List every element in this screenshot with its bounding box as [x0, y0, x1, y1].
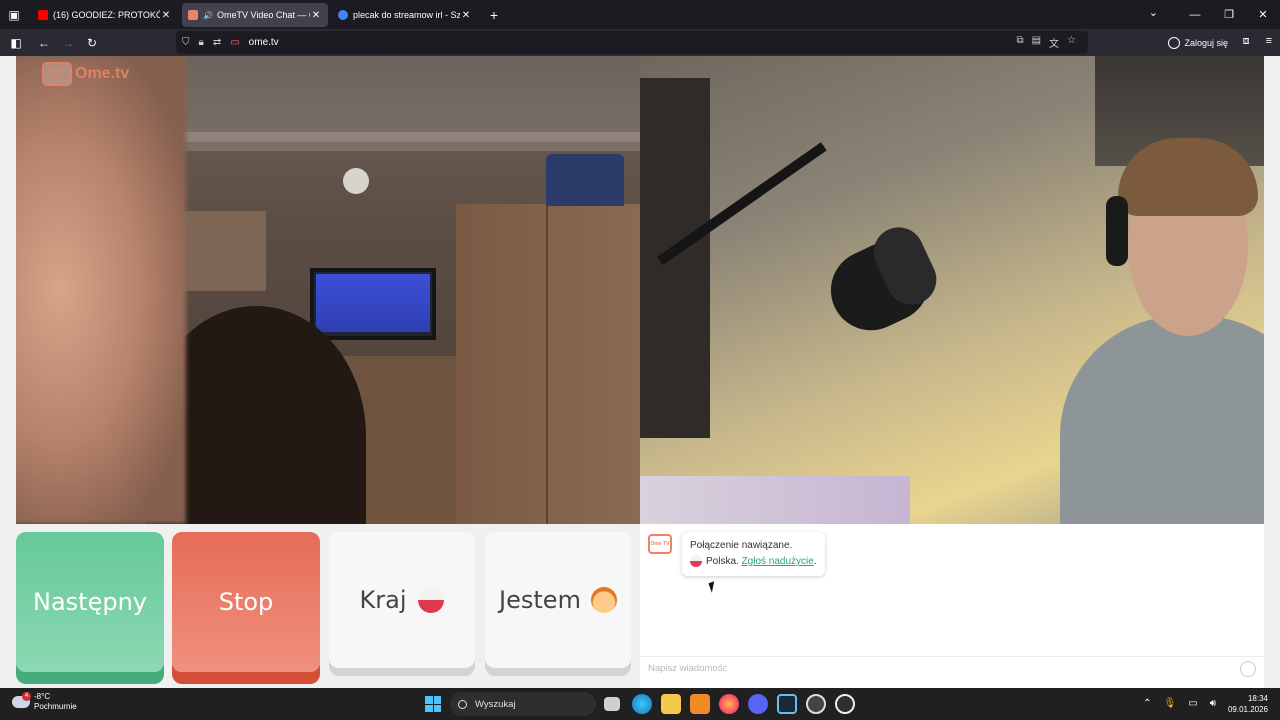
reload-icon[interactable]: ↻ [80, 31, 104, 55]
gender-label: Jestem [499, 586, 581, 614]
edge-icon[interactable] [632, 694, 652, 714]
account-icon [1168, 36, 1181, 49]
tab-title: plecak do streamow irl - Szukaj w Google [353, 10, 460, 20]
app-badge-icon[interactable] [806, 694, 826, 714]
tab-strip: ▣ (16) GOODIEZ: PROTOKÓŁ ALISA ✕ 🔊 OmeTV… [0, 0, 1280, 29]
gender-button[interactable]: Jestem [485, 532, 631, 668]
picture-in-picture-icon[interactable]: ⧉ [1016, 35, 1023, 50]
notification-badge: 4 [22, 692, 31, 701]
next-button[interactable]: Następny [16, 532, 164, 672]
weather-widget[interactable]: 4 -8°C Pochmurnie [12, 692, 77, 712]
sidebar-icon[interactable]: ◧ [4, 31, 28, 55]
app-orange-icon[interactable] [690, 694, 710, 714]
close-icon[interactable]: ✕ [460, 10, 472, 21]
ometv-page: Ome TV Ome.tv Następny Stop Kraj Jestem … [0, 56, 1280, 688]
obs-icon[interactable] [835, 694, 855, 714]
windows-start-icon[interactable] [425, 696, 441, 712]
cloud-icon: 4 [12, 692, 31, 708]
tab-list-icon[interactable]: ▣ [0, 0, 28, 29]
weather-condition: Pochmurnie [34, 702, 77, 711]
message-input[interactable] [648, 663, 1208, 674]
country-label: Kraj [359, 586, 407, 614]
tab-google[interactable]: plecak do streamow irl - Szukaj w Google… [332, 3, 478, 27]
windows-taskbar: 4 -8°C Pochmurnie Wyszukaj ⌃ 🎙︎ ▭ 🔊︎ 18:… [0, 688, 1280, 720]
forward-icon[interactable]: → [56, 31, 80, 55]
toolbar-right: ⧈ ≡ [1243, 35, 1272, 48]
boy-emoji-icon [590, 587, 617, 613]
url-actions: ⧉ ▤ 文 ☆ [1016, 35, 1076, 50]
tab-youtube[interactable]: (16) GOODIEZ: PROTOKÓŁ ALISA ✕ [32, 3, 178, 27]
speaker-icon[interactable]: 🔊 [203, 11, 213, 20]
menu-icon[interactable]: ≡ [1266, 35, 1272, 48]
stranger-video: Ome TV Ome.tv [16, 56, 640, 524]
task-view-icon[interactable] [604, 697, 620, 711]
permissions-icon[interactable]: ⇄ [213, 37, 221, 48]
chevron-down-icon[interactable]: ⌄ [1149, 6, 1158, 19]
minimize-icon[interactable]: — [1178, 9, 1212, 21]
search-label: Wyszukaj [475, 698, 516, 710]
page-side-gutter [1264, 56, 1280, 688]
close-icon[interactable]: ✕ [160, 10, 172, 21]
login-label: Zaloguj się [1184, 37, 1228, 48]
reader-icon[interactable]: ▤ [1032, 35, 1041, 50]
restore-icon[interactable]: ❐ [1212, 8, 1246, 21]
tab-ometv[interactable]: 🔊 OmeTV Video Chat — Ome.tv ✕ [182, 3, 328, 27]
discord-icon[interactable] [748, 694, 768, 714]
window-controls: — ❐ ✕ [1178, 0, 1280, 29]
own-camera-video [640, 56, 1264, 524]
system-tray: ⌃ 🎙︎ ▭ 🔊︎ [1143, 698, 1216, 709]
tab-title: (16) GOODIEZ: PROTOKÓŁ ALISA [53, 10, 160, 20]
country-line: Polska. Zgłoś nadużycie. [690, 554, 817, 570]
new-tab-icon[interactable]: + [482, 3, 506, 27]
logo-text: Ome.tv [75, 65, 130, 82]
date: 09.01.2026 [1227, 705, 1268, 714]
ometv-chat-icon: Ome TV [648, 534, 672, 554]
firefox-icon[interactable] [719, 694, 739, 714]
bookmark-star-icon[interactable]: ☆ [1067, 35, 1076, 50]
connection-status: Połączenie nawiązane. [690, 540, 793, 551]
translate-icon[interactable]: 文 [1049, 35, 1059, 50]
steam-icon[interactable] [777, 694, 797, 714]
taskbar-search[interactable]: Wyszukaj [450, 692, 596, 716]
microphone-icon[interactable]: 🎙︎ [1164, 698, 1177, 709]
country-button[interactable]: Kraj [329, 532, 475, 668]
file-explorer-icon[interactable] [661, 694, 681, 714]
ometv-tv-icon: Ome TV [42, 62, 72, 86]
taskbar-clock[interactable]: 18:34 09.01.2026 [1228, 693, 1268, 715]
ometv-logo: Ome TV Ome.tv [42, 62, 129, 86]
login-button[interactable]: Zaloguj się [1168, 33, 1228, 52]
lock-icon[interactable]: 🔒︎ [199, 37, 204, 48]
poland-flag-icon [418, 587, 445, 613]
search-icon [458, 699, 467, 709]
poland-flag-icon [690, 555, 702, 568]
url-text: ome.tv [248, 37, 279, 48]
google-favicon-icon [338, 10, 348, 20]
extensions-icon[interactable]: ⧈ [1243, 35, 1250, 48]
navigation-bar: ◧ ← → ↻ ⛉ 🔒︎ ⇄ ▭ ome.tv ⧉ ▤ 文 ☆ Zaloguj … [0, 29, 1280, 56]
stop-button[interactable]: Stop [172, 532, 320, 672]
show-hidden-icons-icon[interactable]: ⌃ [1143, 698, 1151, 709]
youtube-favicon-icon [38, 10, 48, 20]
emoji-icon[interactable] [1240, 661, 1256, 677]
close-window-icon[interactable]: ✕ [1246, 8, 1280, 21]
shield-icon[interactable]: ⛉ [182, 37, 190, 48]
display-icon[interactable]: ▭ [1188, 698, 1197, 709]
url-bar[interactable]: ⛉ 🔒︎ ⇄ ▭ ome.tv ⧉ ▤ 文 ☆ [176, 31, 1088, 54]
volume-icon[interactable]: 🔊︎ [1210, 698, 1216, 709]
message-input-row [640, 656, 1264, 680]
camera-icon[interactable]: ▭ [230, 37, 239, 48]
system-message: Połączenie nawiązane. Polska. Zgłoś nadu… [682, 532, 825, 576]
tab-title: OmeTV Video Chat — Ome.tv [216, 10, 310, 20]
ometv-favicon-icon [188, 10, 198, 20]
time: 18:34 [1247, 694, 1268, 703]
chat-panel: Ome TV Połączenie nawiązane. Polska. Zgł… [640, 524, 1264, 688]
country-name: Polska. [706, 556, 739, 567]
report-abuse-link[interactable]: Zgłoś nadużycie [742, 556, 814, 567]
back-icon[interactable]: ← [32, 31, 56, 55]
temperature: -8°C [34, 692, 51, 701]
close-icon[interactable]: ✕ [310, 10, 322, 21]
